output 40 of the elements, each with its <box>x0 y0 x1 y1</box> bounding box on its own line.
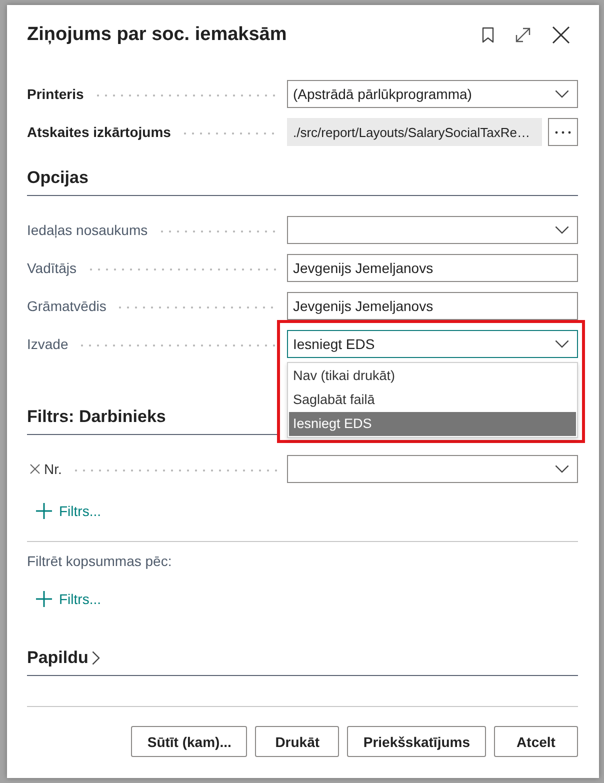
dropdown-field[interactable] <box>287 455 578 483</box>
footer-button[interactable]: Sūtīt (kam)... <box>131 726 248 757</box>
text-field[interactable]: Jevgenijs Jemeljanovs <box>287 254 578 282</box>
dropdown-option[interactable]: Saglabāt failā <box>289 388 576 412</box>
filter-label: Nr. <box>44 460 62 478</box>
close-icon[interactable] <box>552 26 570 44</box>
add-filter-link[interactable]: Filtrs... <box>36 588 101 610</box>
bookmark-icon[interactable] <box>482 27 494 43</box>
section-toggle[interactable]: Papildu <box>27 647 100 669</box>
remove-icon[interactable] <box>30 464 40 474</box>
chevron-down-icon <box>555 340 569 348</box>
chevron-down-icon <box>555 226 569 234</box>
field-label: Grāmatvēdis <box>27 297 106 315</box>
dropdown-field[interactable]: Iesniegt EDS <box>287 330 578 358</box>
expand-icon[interactable] <box>515 27 531 43</box>
plus-icon <box>36 591 52 607</box>
chevron-down-icon <box>555 90 569 98</box>
field-label: Iedaļas nosaukums <box>27 221 148 239</box>
dialog-title: Ziņojums par soc. iemaksām <box>27 23 287 47</box>
text-field[interactable]: Jevgenijs Jemeljanovs <box>287 292 578 320</box>
field-label: Printeris <box>27 85 84 103</box>
field-label: Vadītājs <box>27 259 77 277</box>
totals-filter-label: Filtrēt kopsummas pēc: <box>27 552 172 571</box>
dropdown-field[interactable]: (Apstrādā pārlūkprogramma) <box>287 80 578 108</box>
footer-button[interactable]: Atcelt <box>494 726 578 757</box>
add-filter-link[interactable]: Filtrs... <box>36 500 101 522</box>
chevron-down-icon <box>555 465 569 473</box>
footer-button[interactable]: Drukāt <box>255 726 340 757</box>
dropdown-option[interactable]: Iesniegt EDS <box>289 412 576 436</box>
dropdown-field[interactable] <box>287 216 578 244</box>
field-label: Izvade <box>27 335 68 353</box>
field-label: Atskaites izkārtojums <box>27 123 171 141</box>
readonly-field: ./src/report/Layouts/SalarySocialTaxRe… <box>287 118 542 146</box>
section-heading: Filtrs: Darbinieks <box>27 406 166 428</box>
more-icon <box>555 130 571 134</box>
plus-icon <box>36 503 52 519</box>
footer-button[interactable]: Priekšskatījums <box>347 726 486 757</box>
dropdown-option[interactable]: Nav (tikai drukāt) <box>289 364 576 388</box>
more-button[interactable] <box>548 118 578 146</box>
section-heading: Opcijas <box>27 167 88 189</box>
